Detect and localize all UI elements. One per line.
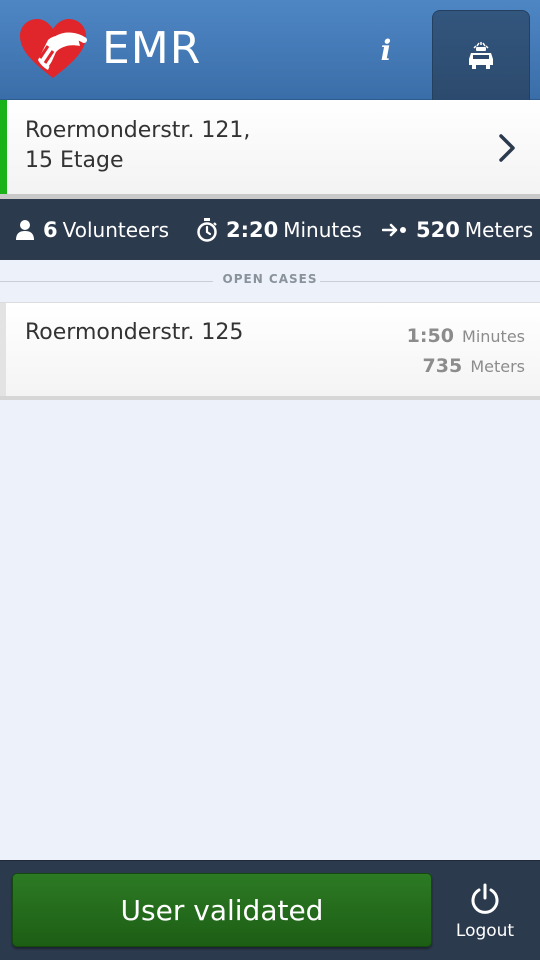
ambulance-icon [469, 41, 493, 69]
time-value: 2:20 [226, 217, 279, 242]
person-icon [16, 219, 34, 240]
case-status-indicator [0, 100, 7, 194]
active-case-card[interactable]: Roermonderstr. 121, 15 Etage [0, 100, 540, 199]
heart-hand-logo [20, 19, 87, 78]
logout-button[interactable]: Logout [440, 873, 530, 953]
address-line-2: 15 Etage [25, 148, 124, 173]
address-line-1: Roermonderstr. 121, [25, 118, 251, 143]
logout-label: Logout [455, 921, 515, 941]
ambulance-tab[interactable] [432, 10, 530, 100]
open-case-distance: 735 Meters [423, 355, 525, 377]
case-stats-bar: 6 Volunteers 2:20 Minutes 520 Meters [0, 199, 540, 260]
stopwatch-icon [197, 217, 217, 242]
open-cases-divider: OPEN CASES [0, 270, 540, 292]
chevron-right-icon[interactable] [497, 133, 517, 163]
case-row-indicator [0, 303, 6, 396]
open-case-item[interactable]: Roermonderstr. 125 1:50 Minutes 735 Mete… [0, 302, 540, 400]
info-button[interactable]: i [360, 20, 412, 80]
time-stat: 2:20 Minutes [196, 199, 362, 260]
open-case-time-value: 1:50 [406, 325, 454, 347]
power-icon [471, 883, 499, 914]
volunteers-stat: 6 Volunteers [15, 199, 169, 260]
open-case-address: Roermonderstr. 125 [25, 320, 244, 345]
app-header: EMR i [0, 0, 540, 100]
volunteers-value: 6 [43, 217, 58, 242]
distance-value: 520 [416, 217, 460, 242]
volunteers-label: Volunteers [62, 217, 169, 242]
distance-arrow-icon [382, 223, 406, 236]
open-case-time-label: Minutes [462, 327, 525, 346]
active-case-address: Roermonderstr. 121, 15 Etage [25, 116, 250, 176]
open-cases-heading: OPEN CASES [222, 272, 318, 286]
app-title: EMR [102, 23, 202, 74]
open-case-time: 1:50 Minutes [407, 325, 525, 347]
distance-stat: 520 Meters [382, 199, 533, 260]
bottom-bar: User validated Logout [0, 860, 540, 960]
app-screen: EMR i Roermonderstr. 121, 15 Etage 6 Vol… [0, 0, 540, 960]
user-validated-button[interactable]: User validated [12, 873, 432, 947]
divider-line-right [320, 281, 540, 282]
open-case-distance-value: 735 [422, 355, 463, 377]
distance-label: Meters [464, 217, 534, 242]
time-label: Minutes [283, 217, 362, 242]
open-case-distance-label: Meters [470, 357, 525, 376]
